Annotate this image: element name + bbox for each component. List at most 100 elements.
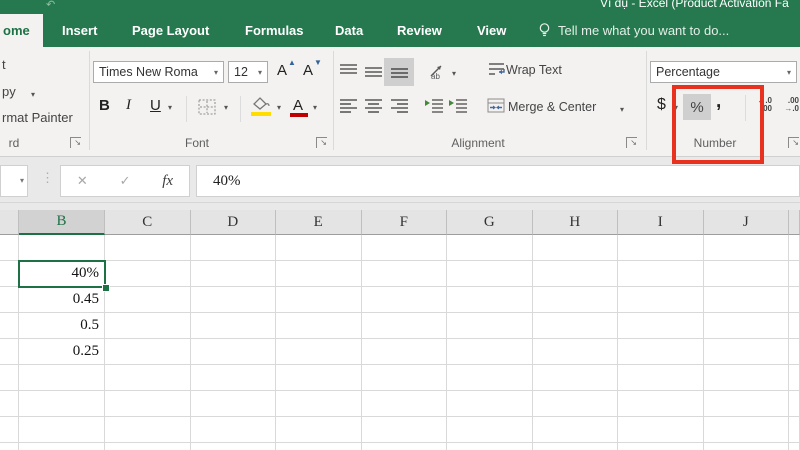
number-dialog-launcher-icon[interactable]: ↘ xyxy=(788,137,799,148)
copy-dropdown-icon[interactable]: ▾ xyxy=(31,90,35,99)
cell[interactable] xyxy=(276,287,362,313)
cell[interactable] xyxy=(532,443,618,450)
decrease-indent-icon[interactable] xyxy=(424,98,443,113)
cell[interactable] xyxy=(105,365,191,391)
cell[interactable] xyxy=(532,287,618,313)
cell[interactable] xyxy=(276,365,362,391)
cell[interactable] xyxy=(789,443,800,450)
cell[interactable] xyxy=(618,287,704,313)
cell[interactable] xyxy=(532,417,618,443)
cell[interactable] xyxy=(105,339,191,365)
column-header-j[interactable]: J xyxy=(703,210,789,235)
cell[interactable] xyxy=(532,261,618,287)
font-size-combo[interactable]: 12 ▾ xyxy=(228,61,268,83)
column-header-k-sliver[interactable] xyxy=(789,210,800,235)
tell-me-box[interactable]: Tell me what you want to do... xyxy=(538,14,729,47)
cell[interactable] xyxy=(19,391,105,417)
cell[interactable] xyxy=(447,235,533,261)
cell[interactable] xyxy=(190,391,276,417)
cell[interactable] xyxy=(19,443,105,450)
cell[interactable] xyxy=(703,235,789,261)
cell[interactable] xyxy=(618,313,704,339)
font-name-combo[interactable]: Times New Roma ▾ xyxy=(93,61,224,83)
cell[interactable] xyxy=(618,443,704,450)
cell[interactable] xyxy=(361,235,447,261)
cell[interactable] xyxy=(0,261,19,287)
cell[interactable] xyxy=(447,443,533,450)
cell[interactable] xyxy=(789,365,800,391)
column-header-e[interactable]: E xyxy=(276,210,362,235)
align-center-icon[interactable] xyxy=(365,98,382,113)
cell[interactable] xyxy=(190,261,276,287)
font-color-dropdown-icon[interactable]: ▾ xyxy=(313,103,317,112)
cell[interactable] xyxy=(276,261,362,287)
grow-font-button[interactable]: A xyxy=(277,62,287,79)
cell[interactable] xyxy=(276,313,362,339)
cell[interactable] xyxy=(789,287,800,313)
cell[interactable] xyxy=(276,235,362,261)
shrink-font-button[interactable]: A xyxy=(303,62,313,79)
cell[interactable] xyxy=(789,417,800,443)
cell[interactable] xyxy=(532,391,618,417)
cell[interactable] xyxy=(447,417,533,443)
cell[interactable] xyxy=(361,417,447,443)
cell[interactable] xyxy=(618,261,704,287)
cell[interactable] xyxy=(361,339,447,365)
cell-b-value[interactable]: 0.45 xyxy=(19,287,105,313)
undo-icon[interactable]: ↶ xyxy=(46,0,55,11)
cell[interactable] xyxy=(618,235,704,261)
cell[interactable] xyxy=(19,417,105,443)
enter-icon[interactable]: ✓ xyxy=(120,173,131,189)
cell[interactable] xyxy=(361,365,447,391)
cell[interactable] xyxy=(361,443,447,450)
cell[interactable] xyxy=(190,417,276,443)
cell[interactable] xyxy=(19,235,105,261)
column-header-h[interactable]: H xyxy=(532,210,618,235)
cell[interactable] xyxy=(361,287,447,313)
font-dialog-launcher-icon[interactable]: ↘ xyxy=(316,137,327,148)
tab-insert[interactable]: Insert xyxy=(62,14,97,47)
merge-center-button[interactable]: Merge & Center xyxy=(508,100,596,114)
cell[interactable] xyxy=(105,287,191,313)
underline-button[interactable]: U xyxy=(150,97,161,114)
cell[interactable] xyxy=(190,235,276,261)
column-header-c[interactable]: C xyxy=(105,210,191,235)
cell[interactable] xyxy=(618,365,704,391)
align-left-icon[interactable] xyxy=(340,98,357,113)
cell[interactable] xyxy=(618,339,704,365)
selected-cell[interactable]: 40% xyxy=(19,261,105,287)
chevron-down-icon[interactable]: ▾ xyxy=(214,68,218,77)
cell[interactable] xyxy=(703,339,789,365)
column-header-i[interactable]: I xyxy=(618,210,704,235)
name-box-dropdown-icon[interactable]: ▾ xyxy=(20,176,24,185)
tab-view[interactable]: View xyxy=(477,14,506,47)
cell[interactable] xyxy=(105,313,191,339)
cell[interactable] xyxy=(361,391,447,417)
chevron-down-icon[interactable]: ▾ xyxy=(787,68,791,77)
cell[interactable] xyxy=(276,391,362,417)
cell[interactable] xyxy=(703,261,789,287)
cell[interactable] xyxy=(532,365,618,391)
cell[interactable] xyxy=(789,261,800,287)
cell[interactable] xyxy=(105,443,191,450)
tab-review[interactable]: Review xyxy=(397,14,442,47)
cell[interactable] xyxy=(789,391,800,417)
tab-data[interactable]: Data xyxy=(335,14,363,47)
cell[interactable] xyxy=(532,313,618,339)
cell[interactable] xyxy=(190,339,276,365)
insert-function-icon[interactable]: fx xyxy=(162,173,173,190)
cell[interactable] xyxy=(0,287,19,313)
decrease-decimal-button[interactable]: .00 →.0 xyxy=(777,97,799,113)
middle-align-icon[interactable] xyxy=(365,64,382,79)
cell[interactable] xyxy=(703,287,789,313)
cell[interactable] xyxy=(0,417,19,443)
cell[interactable] xyxy=(0,365,19,391)
align-right-icon[interactable] xyxy=(391,98,408,113)
italic-button[interactable]: I xyxy=(126,97,131,114)
cell[interactable] xyxy=(105,417,191,443)
tab-page-layout[interactable]: Page Layout xyxy=(132,14,209,47)
cell-b-value[interactable]: 0.25 xyxy=(19,339,105,365)
cell[interactable] xyxy=(361,261,447,287)
cell[interactable] xyxy=(190,365,276,391)
borders-icon[interactable] xyxy=(198,99,217,116)
